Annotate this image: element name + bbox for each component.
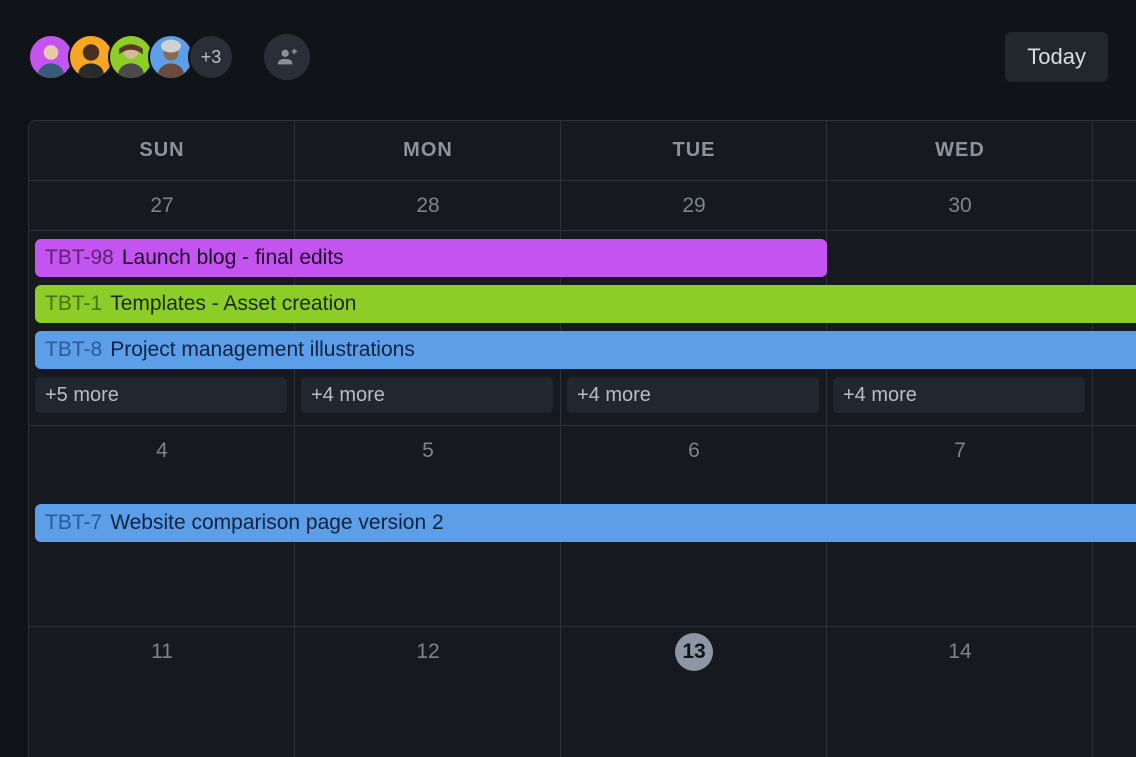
event-key: TBT-98: [45, 246, 114, 270]
more-events-button[interactable]: +4 more: [567, 377, 819, 413]
today-button-label: Today: [1027, 44, 1086, 69]
today-button[interactable]: Today: [1005, 32, 1108, 82]
more-row: +5 more +4 more +4 more +4 more: [29, 377, 1136, 413]
date-row: 11 12 13 14: [29, 627, 1136, 677]
event-bar[interactable]: TBT-98 Launch blog - final edits: [35, 239, 827, 277]
event-key: TBT-7: [45, 511, 102, 535]
event-bar[interactable]: TBT-1 Templates - Asset creation: [35, 285, 1136, 323]
date-cell[interactable]: 28: [295, 181, 561, 230]
event-title: Launch blog - final edits: [122, 246, 344, 270]
date-cell[interactable]: 27: [29, 181, 295, 230]
calendar-grid: SUN MON TUE WED 27 28 29 30 TBT-98 Launc…: [28, 120, 1136, 757]
date-cell[interactable]: 4: [29, 426, 295, 476]
weekday-header: WED: [827, 121, 1093, 180]
date-cell[interactable]: 14: [827, 627, 1093, 677]
avatar-overflow-label: +3: [201, 47, 222, 68]
more-events-button[interactable]: +4 more: [301, 377, 553, 413]
events-area: TBT-7 Website comparison page version 2: [29, 504, 1136, 542]
event-title: Templates - Asset creation: [110, 292, 356, 316]
today-indicator: 13: [675, 633, 713, 671]
date-cell[interactable]: 30: [827, 181, 1093, 230]
date-row: 27 28 29 30: [29, 181, 1136, 231]
add-user-button[interactable]: [264, 34, 310, 80]
date-cell[interactable]: 11: [29, 627, 295, 677]
event-bar[interactable]: TBT-8 Project management illustrations: [35, 331, 1136, 369]
top-bar: +3 Today: [28, 30, 1108, 84]
weekday-header: MON: [295, 121, 561, 180]
event-title: Website comparison page version 2: [110, 511, 443, 535]
date-cell-today[interactable]: 13: [561, 627, 827, 677]
more-events-button[interactable]: +5 more: [35, 377, 287, 413]
more-events-button[interactable]: +4 more: [833, 377, 1085, 413]
weekday-header-row: SUN MON TUE WED: [29, 121, 1136, 181]
date-row: 4 5 6 7: [29, 426, 1136, 476]
event-key: TBT-1: [45, 292, 102, 316]
add-user-icon: [276, 46, 298, 68]
weekday-header: TUE: [561, 121, 827, 180]
event-title: Project management illustrations: [110, 338, 415, 362]
date-cell[interactable]: 7: [827, 426, 1093, 476]
weekday-header: SUN: [29, 121, 295, 180]
date-cell[interactable]: 29: [561, 181, 827, 230]
date-cell[interactable]: 6: [561, 426, 827, 476]
avatar-overflow-count[interactable]: +3: [188, 34, 234, 80]
event-key: TBT-8: [45, 338, 102, 362]
events-area: TBT-98 Launch blog - final edits TBT-1 T…: [29, 239, 1136, 413]
date-cell[interactable]: 5: [295, 426, 561, 476]
date-cell[interactable]: 12: [295, 627, 561, 677]
avatar-group: +3: [28, 34, 310, 80]
event-bar[interactable]: TBT-7 Website comparison page version 2: [35, 504, 1136, 542]
